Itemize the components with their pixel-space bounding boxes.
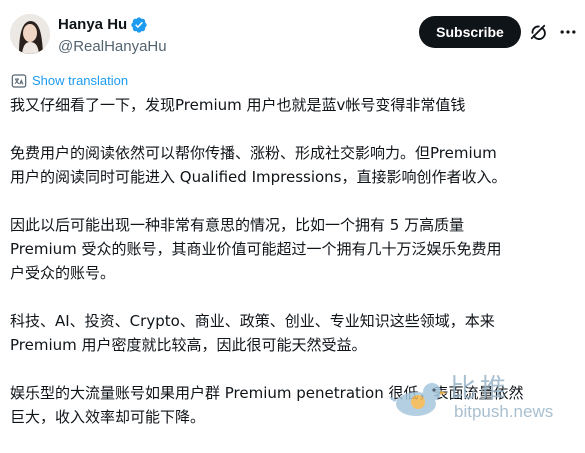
tweet-paragraph: 科技、AI、投资、Crypto、商业、政策、创业、专业知识这些领域，本来 Pre… (10, 312, 495, 354)
watermark-bird-logo (388, 383, 447, 416)
more-icon[interactable] (558, 22, 578, 42)
translation-row: Show translation (11, 73, 128, 89)
tweet-paragraph: 因此以后可能出现一种非常有意思的情况，比如一个拥有 5 万高质量 Premium… (10, 216, 502, 282)
tweet-header: Hanya Hu @RealHanyaHu Subscribe (0, 0, 585, 72)
tweet-paragraph: 免费用户的阅读依然可以帮你传播、涨粉、形成社交影响力。但Premium 用户的阅… (10, 144, 507, 186)
show-translation-link[interactable]: Show translation (32, 73, 128, 89)
avatar[interactable] (10, 14, 50, 54)
author-handle[interactable]: @RealHanyaHu (58, 37, 167, 57)
watermark: 比推 bitpush.news (388, 366, 584, 426)
watermark-url: bitpush.news (454, 402, 554, 421)
grok-icon[interactable] (528, 22, 548, 42)
avatar-image (10, 14, 50, 54)
author-display-name[interactable]: Hanya Hu (58, 15, 127, 35)
author-name-row: Hanya Hu (58, 15, 148, 35)
verified-badge-icon (131, 17, 147, 33)
subscribe-button[interactable]: Subscribe (419, 16, 521, 48)
watermark-brand: 比推 (450, 374, 511, 404)
translate-icon (11, 74, 27, 88)
tweet-paragraph: 我又仔细看了一下，发现Premium 用户也就是蓝v帐号变得非常值钱 (10, 96, 466, 114)
